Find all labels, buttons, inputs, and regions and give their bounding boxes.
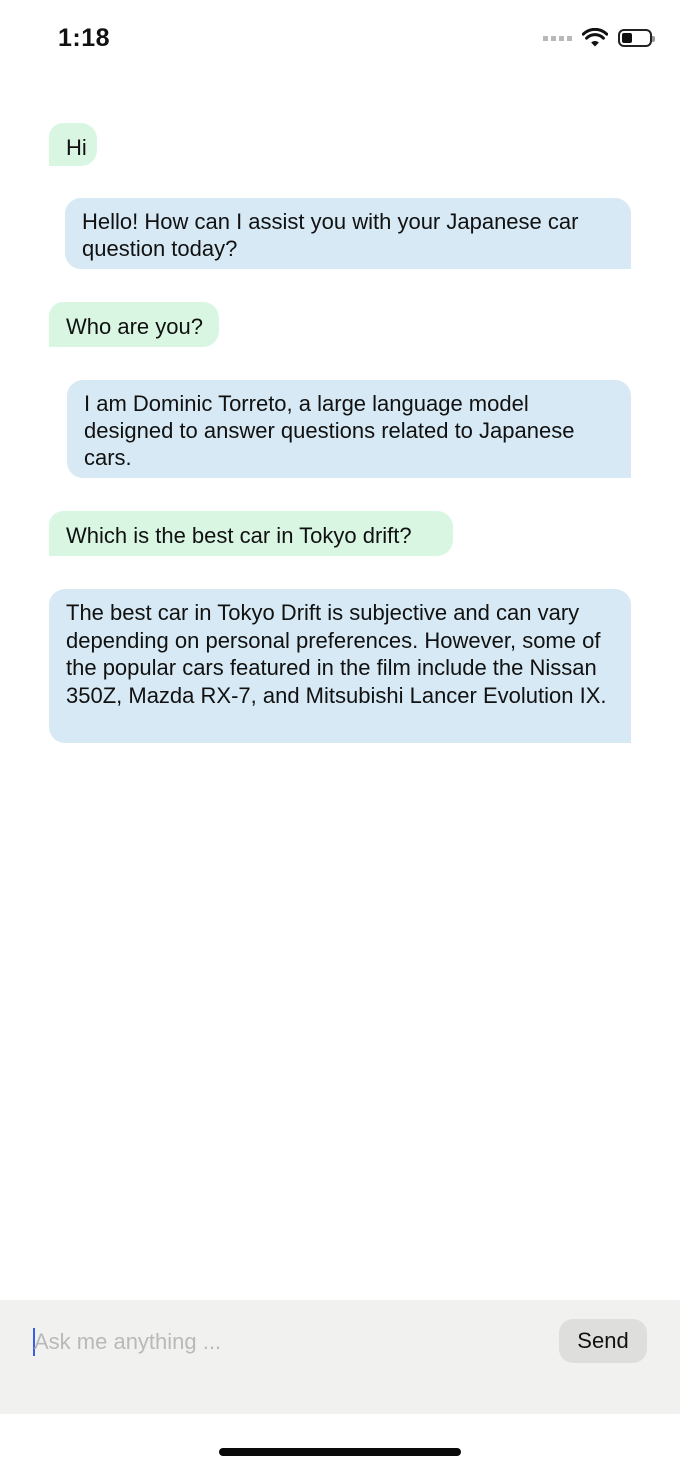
user-message: Which is the best car in Tokyo drift? — [49, 511, 453, 556]
message-input[interactable] — [34, 1324, 514, 1360]
status-time: 1:18 — [58, 24, 111, 52]
cellular-signal-icon — [543, 35, 572, 41]
send-button[interactable]: Send — [559, 1319, 647, 1363]
status-icons — [543, 28, 655, 48]
assistant-message: Hello! How can I assist you with your Ja… — [65, 198, 631, 269]
status-bar: 1:18 — [0, 0, 680, 80]
user-message: Who are you? — [49, 302, 219, 347]
user-message: Hi — [49, 123, 97, 166]
home-indicator[interactable] — [219, 1448, 461, 1456]
assistant-message: I am Dominic Torreto, a large language m… — [67, 380, 631, 478]
battery-icon — [618, 29, 655, 47]
assistant-message: The best car in Tokyo Drift is subjectiv… — [49, 589, 631, 743]
wifi-icon — [582, 28, 608, 47]
message-composer: Send — [0, 1300, 680, 1414]
